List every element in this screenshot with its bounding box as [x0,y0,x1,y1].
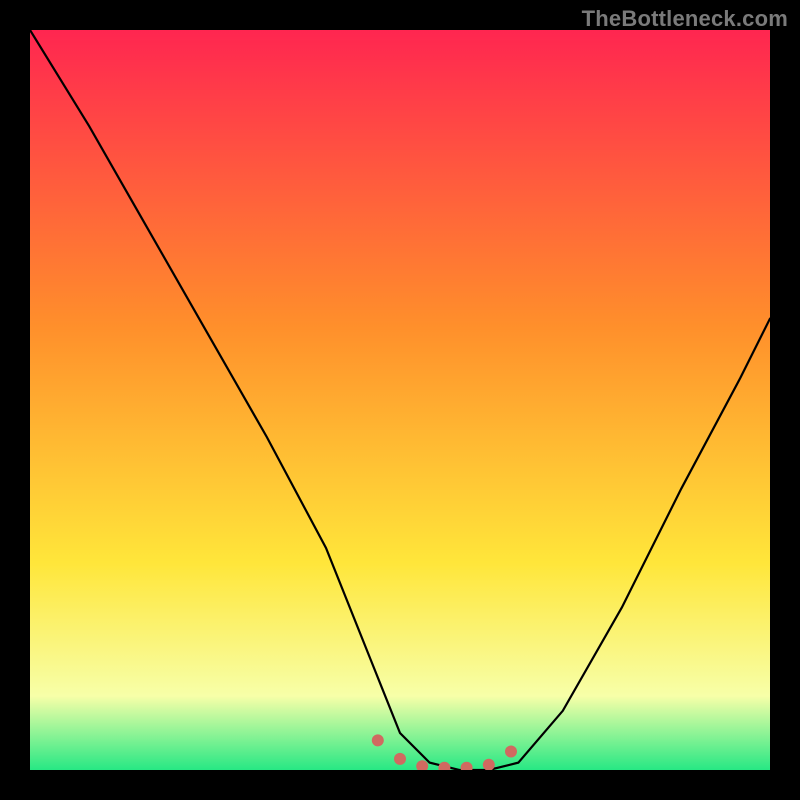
chart-frame: TheBottleneck.com [0,0,800,800]
marker-dot [372,734,384,746]
marker-dot [505,746,517,758]
chart-svg [30,30,770,770]
plot-area [30,30,770,770]
gradient-background [30,30,770,770]
watermark-text: TheBottleneck.com [582,6,788,32]
marker-dot [394,753,406,765]
